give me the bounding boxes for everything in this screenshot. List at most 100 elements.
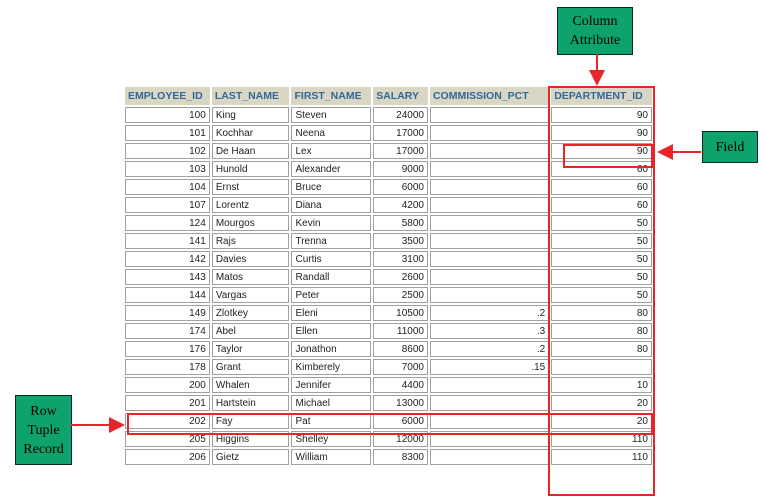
- cell-employee-id: 202: [125, 413, 210, 429]
- cell-employee-id: 205: [125, 431, 210, 447]
- cell-department-id: 50: [551, 233, 652, 249]
- col-header-last-name: LAST_NAME: [211, 87, 290, 105]
- cell-last-name: Grant: [211, 359, 290, 375]
- cell-first-name: Trenna: [291, 233, 372, 249]
- cell-commission-pct: [429, 287, 550, 303]
- cell-salary: 17000: [373, 125, 428, 141]
- col-header-department-id: DEPARTMENT_ID: [551, 87, 652, 105]
- cell-employee-id: 107: [125, 197, 210, 213]
- cell-department-id: 80: [551, 305, 652, 321]
- table-row: 174 Abel Ellen 11000 .3 80: [125, 323, 652, 339]
- cell-department-id: 50: [551, 287, 652, 303]
- cell-last-name: Lorentz: [211, 197, 290, 213]
- cell-commission-pct: [429, 161, 550, 177]
- cell-last-name: Ernst: [211, 179, 290, 195]
- cell-salary: 6000: [373, 179, 428, 195]
- cell-last-name: Hartstein: [211, 395, 290, 411]
- cell-first-name: Curtis: [291, 251, 372, 267]
- cell-last-name: Taylor: [211, 341, 290, 357]
- cell-salary: 2500: [373, 287, 428, 303]
- cell-salary: 3500: [373, 233, 428, 249]
- cell-salary: 4200: [373, 197, 428, 213]
- table-row: 107 Lorentz Diana 4200 60: [125, 197, 652, 213]
- cell-employee-id: 176: [125, 341, 210, 357]
- cell-first-name: William: [291, 449, 372, 465]
- cell-commission-pct: [429, 431, 550, 447]
- table-row: 100 King Steven 24000 90: [125, 107, 652, 123]
- table-row: 206 Gietz William 8300 110: [125, 449, 652, 465]
- cell-department-id: 10: [551, 377, 652, 393]
- cell-commission-pct: [429, 233, 550, 249]
- cell-first-name: Eleni: [291, 305, 372, 321]
- cell-first-name: Bruce: [291, 179, 372, 195]
- cell-salary: 3100: [373, 251, 428, 267]
- cell-first-name: Ellen: [291, 323, 372, 339]
- cell-salary: 4400: [373, 377, 428, 393]
- cell-salary: 10500: [373, 305, 428, 321]
- table-row: 124 Mourgos Kevin 5800 50: [125, 215, 652, 231]
- cell-employee-id: 124: [125, 215, 210, 231]
- cell-commission-pct: [429, 449, 550, 465]
- table-row: 200 Whalen Jennifer 4400 10: [125, 377, 652, 393]
- cell-department-id: 60: [551, 161, 652, 177]
- cell-salary: 24000: [373, 107, 428, 123]
- cell-department-id: 60: [551, 179, 652, 195]
- table-row: 178 Grant Kimberely 7000 .15: [125, 359, 652, 375]
- cell-employee-id: 101: [125, 125, 210, 141]
- cell-last-name: Whalen: [211, 377, 290, 393]
- cell-department-id: 80: [551, 341, 652, 357]
- cell-department-id: 50: [551, 269, 652, 285]
- cell-last-name: Hunold: [211, 161, 290, 177]
- cell-employee-id: 174: [125, 323, 210, 339]
- cell-commission-pct: .3: [429, 323, 550, 339]
- cell-salary: 9000: [373, 161, 428, 177]
- cell-salary: 8600: [373, 341, 428, 357]
- cell-last-name: Davies: [211, 251, 290, 267]
- col-header-first-name: FIRST_NAME: [291, 87, 372, 105]
- cell-department-id: 90: [551, 107, 652, 123]
- column-attribute-label: Column Attribute: [557, 7, 633, 55]
- col-header-commission-pct: COMMISSION_PCT: [429, 87, 550, 105]
- cell-commission-pct: [429, 251, 550, 267]
- cell-department-id: 60: [551, 197, 652, 213]
- cell-first-name: Kimberely: [291, 359, 372, 375]
- table-row: 143 Matos Randall 2600 50: [125, 269, 652, 285]
- table-row: 104 Ernst Bruce 6000 60: [125, 179, 652, 195]
- cell-first-name: Neena: [291, 125, 372, 141]
- cell-last-name: Rajs: [211, 233, 290, 249]
- cell-employee-id: 100: [125, 107, 210, 123]
- cell-first-name: Diana: [291, 197, 372, 213]
- cell-first-name: Pat: [291, 413, 372, 429]
- cell-commission-pct: .15: [429, 359, 550, 375]
- cell-department-id: 50: [551, 251, 652, 267]
- cell-salary: 13000: [373, 395, 428, 411]
- cell-last-name: Higgins: [211, 431, 290, 447]
- table-row: 202 Fay Pat 6000 20: [125, 413, 652, 429]
- cell-department-id: [551, 359, 652, 375]
- cell-employee-id: 149: [125, 305, 210, 321]
- cell-salary: 7000: [373, 359, 428, 375]
- table-row: 101 Kochhar Neena 17000 90: [125, 125, 652, 141]
- row-label-line2: Tuple: [27, 422, 60, 438]
- cell-employee-id: 206: [125, 449, 210, 465]
- cell-first-name: Lex: [291, 143, 372, 159]
- cell-salary: 8300: [373, 449, 428, 465]
- cell-employee-id: 144: [125, 287, 210, 303]
- table-row: 144 Vargas Peter 2500 50: [125, 287, 652, 303]
- cell-commission-pct: [429, 395, 550, 411]
- cell-department-id: 20: [551, 395, 652, 411]
- cell-salary: 2600: [373, 269, 428, 285]
- cell-last-name: Gietz: [211, 449, 290, 465]
- cell-commission-pct: [429, 107, 550, 123]
- cell-last-name: De Haan: [211, 143, 290, 159]
- cell-employee-id: 201: [125, 395, 210, 411]
- table-row: 205 Higgins Shelley 12000 110: [125, 431, 652, 447]
- table-row: 141 Rajs Trenna 3500 50: [125, 233, 652, 249]
- cell-salary: 11000: [373, 323, 428, 339]
- cell-last-name: Vargas: [211, 287, 290, 303]
- cell-last-name: Mourgos: [211, 215, 290, 231]
- cell-first-name: Alexander: [291, 161, 372, 177]
- cell-first-name: Shelley: [291, 431, 372, 447]
- cell-department-id: 20: [551, 413, 652, 429]
- cell-employee-id: 141: [125, 233, 210, 249]
